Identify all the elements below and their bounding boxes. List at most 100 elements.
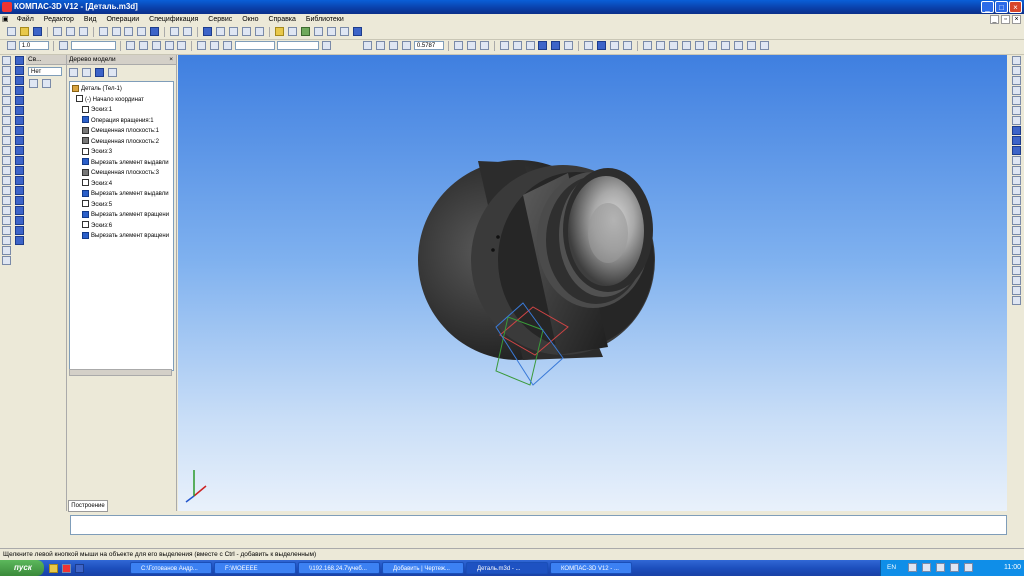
line-width-combo[interactable]: 1.0 bbox=[18, 41, 49, 50]
quick-launch-app-icon[interactable] bbox=[74, 564, 84, 573]
doc-close-button[interactable]: × bbox=[1012, 15, 1021, 24]
tool-24-icon[interactable] bbox=[1012, 296, 1021, 305]
grid-icon[interactable] bbox=[216, 27, 226, 36]
mirror-icon[interactable] bbox=[15, 196, 24, 205]
cut-icon[interactable] bbox=[98, 27, 108, 36]
cut-sweep-icon[interactable] bbox=[15, 126, 24, 135]
doc-minimize-button[interactable]: _ bbox=[990, 15, 999, 24]
geometry-icon[interactable] bbox=[2, 56, 11, 65]
coord-combo-2[interactable] bbox=[277, 41, 320, 50]
tray-icon-3[interactable] bbox=[936, 563, 945, 572]
cut-extrude-icon[interactable] bbox=[15, 96, 24, 105]
manager-icon[interactable] bbox=[203, 27, 213, 36]
zoom-window-icon[interactable] bbox=[376, 41, 386, 50]
select-icon[interactable] bbox=[2, 116, 11, 125]
help-icon[interactable] bbox=[352, 27, 362, 36]
command-input[interactable] bbox=[70, 515, 1007, 535]
undo-icon[interactable] bbox=[170, 27, 180, 36]
tool-14-icon[interactable] bbox=[1012, 196, 1021, 205]
tree-item[interactable]: Вырезать элемент выдавли bbox=[82, 158, 169, 168]
doc-restore-button[interactable]: ▫ bbox=[1001, 15, 1010, 24]
tool-19-icon[interactable] bbox=[1012, 246, 1021, 255]
tree-icon[interactable] bbox=[597, 41, 607, 50]
loft-icon[interactable] bbox=[15, 76, 24, 85]
language-indicator[interactable]: EN bbox=[887, 564, 896, 571]
tool-16-icon[interactable] bbox=[1012, 216, 1021, 225]
boolean-icon[interactable] bbox=[15, 236, 24, 245]
thread-icon[interactable] bbox=[15, 226, 24, 235]
hole-icon[interactable] bbox=[15, 156, 24, 165]
library-icon[interactable] bbox=[274, 27, 284, 36]
ortho-icon[interactable] bbox=[210, 41, 220, 50]
snap-grid-icon[interactable] bbox=[746, 41, 756, 50]
tree-item[interactable]: Деталь (Тел-1) bbox=[72, 84, 122, 94]
diagnostics-icon[interactable] bbox=[2, 216, 11, 225]
tree-item[interactable]: Эскиз:1 bbox=[82, 105, 112, 115]
report-tools-icon[interactable] bbox=[2, 136, 11, 145]
tray-icon-2[interactable] bbox=[922, 563, 931, 572]
tree-item[interactable]: Эскиз:6 bbox=[82, 221, 112, 231]
snap-angle-icon[interactable] bbox=[733, 41, 743, 50]
line-style-icon[interactable] bbox=[6, 41, 16, 50]
fillet-icon[interactable] bbox=[15, 136, 24, 145]
section-cut-icon[interactable] bbox=[15, 206, 24, 215]
print-preview-icon[interactable] bbox=[65, 27, 75, 36]
snap-point-icon[interactable] bbox=[643, 41, 653, 50]
task-kompas[interactable]: КОМПАС-3D V12 - ... bbox=[550, 562, 632, 574]
arrays-icon[interactable] bbox=[2, 186, 11, 195]
menu-help[interactable]: Справка bbox=[264, 14, 299, 26]
tree-item[interactable]: Эскиз:4 bbox=[82, 179, 112, 189]
revolve-icon[interactable] bbox=[15, 66, 24, 75]
designation-icon[interactable] bbox=[2, 246, 11, 255]
print-icon[interactable] bbox=[52, 27, 62, 36]
function-icon[interactable] bbox=[229, 27, 239, 36]
properties-icon[interactable] bbox=[78, 27, 88, 36]
shell-icon[interactable] bbox=[15, 176, 24, 185]
menu-libraries[interactable]: Библиотеки bbox=[302, 14, 348, 26]
coord-combo[interactable] bbox=[235, 41, 276, 50]
halftone-icon[interactable] bbox=[538, 41, 548, 50]
snap-face-icon[interactable] bbox=[668, 41, 678, 50]
draft-icon[interactable] bbox=[15, 186, 24, 195]
tree-item[interactable]: Вырезать элемент вращени bbox=[82, 210, 169, 220]
hierarchy-icon[interactable] bbox=[326, 27, 336, 36]
task-browser[interactable]: Добавить | Чертеж... bbox=[382, 562, 464, 574]
close-icon[interactable]: × bbox=[169, 55, 173, 64]
tree-item[interactable]: Смещенная плоскость:2 bbox=[82, 137, 159, 147]
halftone-edges-icon[interactable] bbox=[551, 41, 561, 50]
open-folder-icon[interactable] bbox=[19, 27, 29, 36]
tray-icon-1[interactable] bbox=[908, 563, 917, 572]
variables-icon[interactable] bbox=[242, 27, 252, 36]
current-state-icon[interactable] bbox=[58, 41, 68, 50]
rotate-icon[interactable] bbox=[466, 41, 476, 50]
save-icon[interactable] bbox=[32, 27, 42, 36]
3d-viewport[interactable] bbox=[178, 55, 1007, 511]
copy-icon[interactable] bbox=[111, 27, 121, 36]
menu-window[interactable]: Окно bbox=[238, 14, 262, 26]
local-cs-icon[interactable] bbox=[164, 41, 174, 50]
menu-file[interactable]: Файл bbox=[13, 14, 38, 26]
edit-icon[interactable] bbox=[125, 41, 135, 50]
report-icon[interactable] bbox=[623, 41, 633, 50]
properties-tools-icon[interactable] bbox=[2, 226, 11, 235]
menu-specification[interactable]: Спецификация bbox=[145, 14, 202, 26]
dimensions-icon[interactable] bbox=[2, 66, 11, 75]
menu-view[interactable]: Вид bbox=[80, 14, 101, 26]
tree-item[interactable]: Операция вращения:1 bbox=[82, 116, 154, 126]
zoom-combo[interactable]: 0.5787 bbox=[413, 41, 444, 50]
tool-6-icon[interactable] bbox=[1012, 116, 1021, 125]
tool-21-icon[interactable] bbox=[1012, 266, 1021, 275]
aux-geometry-icon[interactable] bbox=[2, 196, 11, 205]
chamfer-icon[interactable] bbox=[15, 146, 24, 155]
extrude-icon[interactable] bbox=[15, 56, 24, 65]
tool-23-icon[interactable] bbox=[1012, 286, 1021, 295]
menu-edit[interactable]: Редактор bbox=[40, 14, 78, 26]
tool-18-icon[interactable] bbox=[1012, 236, 1021, 245]
minimize-button[interactable]: _ bbox=[981, 1, 994, 13]
zoom-scale-icon[interactable] bbox=[401, 41, 411, 50]
task-network-folder[interactable]: \\192.168.24.7\учеб... bbox=[298, 562, 380, 574]
dim-3d-icon[interactable] bbox=[2, 236, 11, 245]
rib-icon[interactable] bbox=[15, 166, 24, 175]
tree-item[interactable]: Эскиз:3 bbox=[82, 147, 112, 157]
sort-icon[interactable] bbox=[29, 79, 38, 88]
